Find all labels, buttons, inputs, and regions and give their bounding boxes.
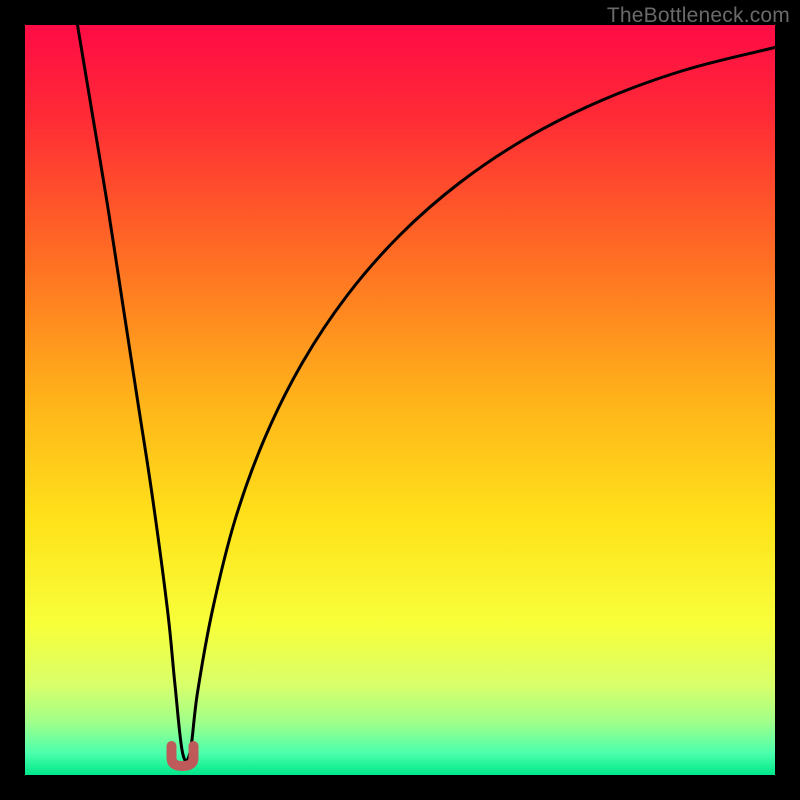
chart-frame bbox=[25, 25, 775, 775]
watermark: TheBottleneck.com bbox=[607, 4, 790, 28]
chart-svg bbox=[25, 25, 775, 775]
